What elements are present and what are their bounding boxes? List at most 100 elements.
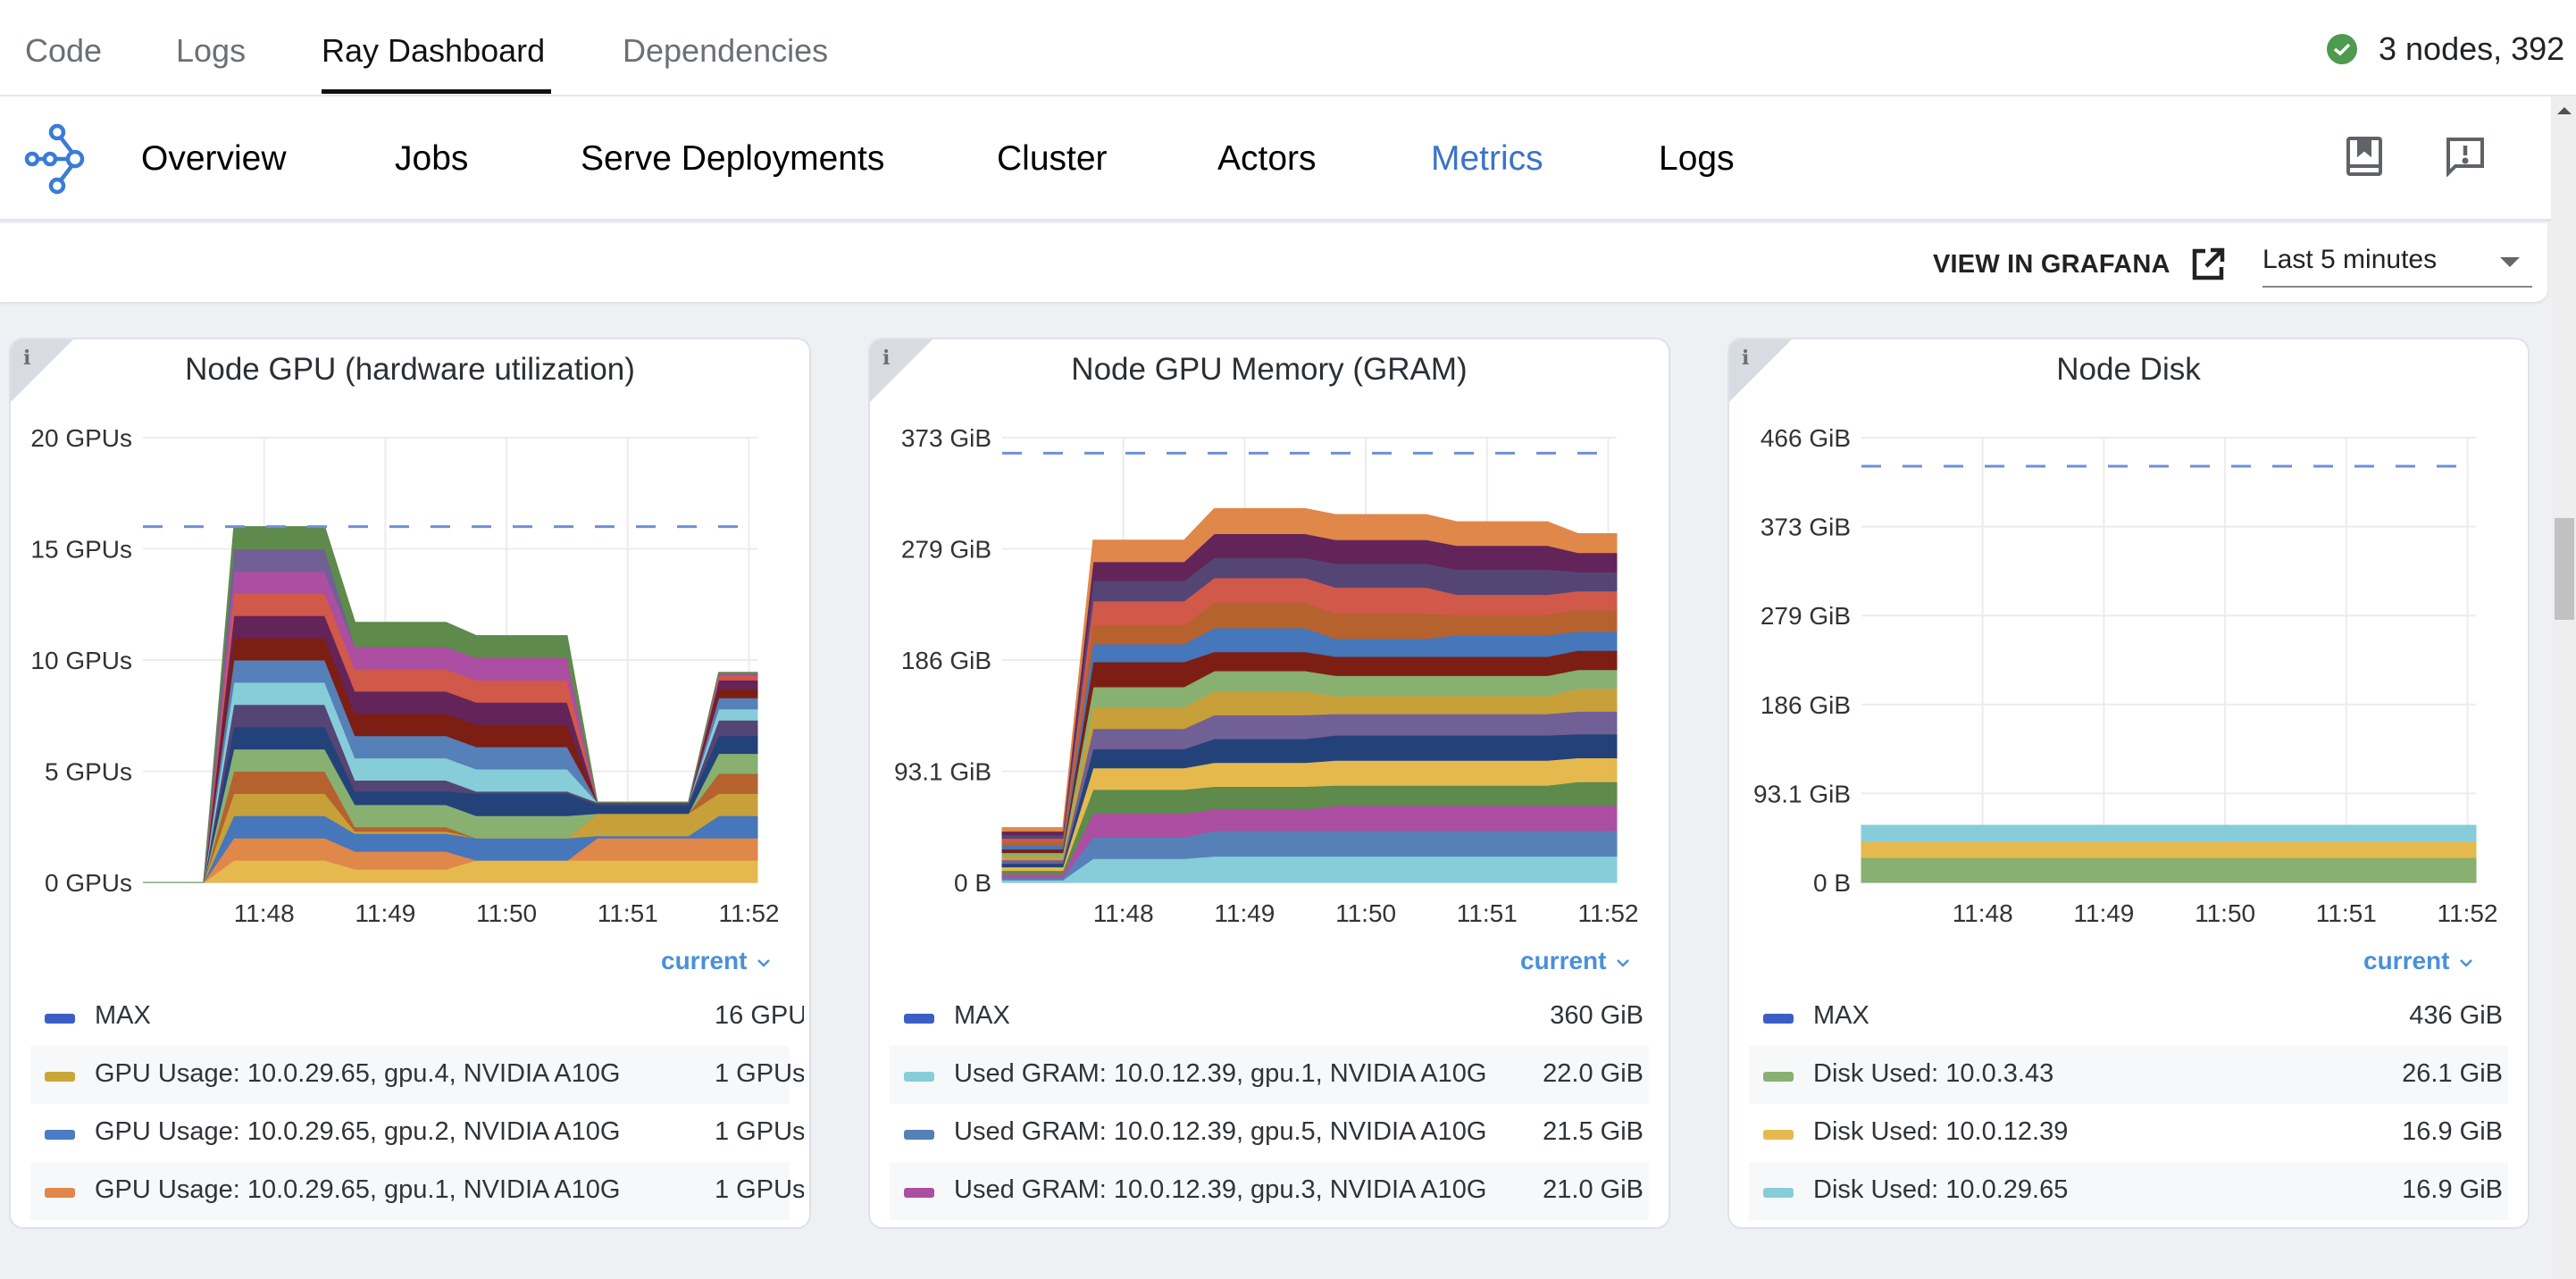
view-in-grafana-label: VIEW IN GRAFANA	[1933, 249, 2170, 279]
legend-series-name: Disk Used: 10.0.29.65	[1813, 1175, 2069, 1204]
legend-color-swatch	[904, 1072, 934, 1082]
legend-color-swatch	[45, 1014, 75, 1024]
y-tick-label: 20 GPUs	[30, 424, 132, 452]
legend-current-value: 360 GiB	[1550, 1001, 1643, 1030]
y-tick-label: 279 GiB	[1761, 602, 1851, 630]
legend-color-swatch	[1763, 1188, 1794, 1198]
legend-mode-label: current	[661, 947, 748, 974]
ray-nav-bar: Overview Jobs Serve Deployments Cluster …	[0, 96, 2551, 222]
time-range-select[interactable]: Last 5 minutes	[2262, 234, 2532, 288]
y-tick-label: 5 GPUs	[45, 758, 132, 786]
legend-current-value: 1 GPUs	[715, 1175, 804, 1204]
legend-series-name: Disk Used: 10.0.12.39	[1813, 1117, 2069, 1146]
legend-color-swatch	[45, 1188, 75, 1198]
legend-series-name: Used GRAM: 10.0.12.39, gpu.5, NVIDIA A10…	[954, 1117, 1487, 1146]
legend-series-name: Used GRAM: 10.0.12.39, gpu.1, NVIDIA A10…	[954, 1059, 1487, 1088]
legend-row-max[interactable]: MAX 360 GiB	[890, 988, 1649, 1046]
legend-current-value: 1 GPUs	[715, 1059, 804, 1088]
chart-card-node-gpu: i Node GPU (hardware utilization) 0 GPUs 5 …	[9, 338, 811, 1229]
legend-current-value: 26.1 GiB	[2402, 1059, 2503, 1088]
nav-logs[interactable]: Logs	[1659, 139, 1735, 179]
x-tick-label: 11:49	[355, 899, 415, 927]
legend-row[interactable]: Disk Used: 10.0.3.43 26.1 GiB	[1749, 1046, 2508, 1104]
y-tick-label: 373 GiB	[1761, 514, 1851, 541]
chart-plot: 0 B 93.1 GiB 186 GiB 279 GiB 373 GiB 466 GiB 1…	[1753, 424, 2498, 927]
chart-plot: 0 GPUs 5 GPUs 10 GPUs 15 GPUs 20 GPUs 11:48 11…	[30, 424, 780, 927]
legend-row[interactable]: Disk Used: 10.0.12.39 16.9 GiB	[1749, 1104, 2508, 1162]
tab-dependencies[interactable]: Dependencies	[623, 32, 828, 70]
x-tick-label: 11:52	[2438, 899, 2498, 927]
legend-mode-toggle[interactable]: current	[661, 947, 774, 975]
chevron-down-icon	[2449, 947, 2476, 974]
legend-current-value: 21.0 GiB	[1543, 1175, 1643, 1204]
area-series-3	[1861, 824, 2477, 842]
check-circle-icon	[2327, 34, 2357, 64]
nav-serve-deployments[interactable]: Serve Deployments	[581, 139, 884, 179]
legend-row-max[interactable]: MAX 16 GPUs	[30, 988, 804, 1046]
legend-series-name: MAX	[954, 1001, 1010, 1030]
legend-series-name: GPU Usage: 10.0.29.65, gpu.1, NVIDIA A10…	[95, 1175, 621, 1204]
x-tick-label: 11:48	[1953, 899, 2013, 927]
chart-card-node-disk: i Node Disk 0 B 93.1 GiB 186 GiB 279 GiB 373 G…	[1727, 338, 2530, 1229]
legend-mode-toggle[interactable]: current	[1520, 947, 1633, 975]
area-series-2	[1861, 840, 2477, 858]
y-tick-label: 0 B	[954, 869, 991, 897]
x-tick-label: 11:50	[2195, 899, 2255, 927]
nav-actors[interactable]: Actors	[1217, 139, 1317, 179]
y-tick-label: 373 GiB	[901, 424, 991, 452]
y-tick-label: 93.1 GiB	[894, 758, 991, 786]
x-tick-label: 11:49	[2073, 899, 2134, 927]
nav-cluster[interactable]: Cluster	[997, 139, 1108, 179]
legend-current-value: 22.0 GiB	[1543, 1059, 1643, 1088]
scroll-up-arrow-icon[interactable]	[2557, 107, 2572, 114]
scroll-thumb[interactable]	[2555, 518, 2574, 620]
nav-metrics[interactable]: Metrics	[1431, 139, 1543, 179]
tab-logs[interactable]: Logs	[176, 32, 246, 70]
y-tick-label: 279 GiB	[901, 536, 991, 564]
tab-code[interactable]: Code	[25, 32, 102, 70]
legend-row[interactable]: Used GRAM: 10.0.12.39, gpu.3, NVIDIA A10…	[890, 1162, 1649, 1220]
legend-current-value: 436 GiB	[2409, 1001, 2503, 1030]
nav-jobs[interactable]: Jobs	[395, 139, 468, 179]
legend-series-name: MAX	[1813, 1001, 1869, 1030]
x-tick-label: 11:51	[598, 899, 658, 927]
legend-series-name: MAX	[95, 1001, 151, 1030]
legend-series-name: GPU Usage: 10.0.29.65, gpu.2, NVIDIA A10…	[95, 1117, 621, 1146]
legend-row[interactable]: GPU Usage: 10.0.29.65, gpu.1, NVIDIA A10…	[30, 1162, 804, 1220]
view-in-grafana-button[interactable]: VIEW IN GRAFANA	[1933, 247, 2226, 282]
legend-color-swatch	[1763, 1014, 1794, 1024]
legend-mode-label: current	[1520, 947, 1607, 974]
legend-row-max[interactable]: MAX 436 GiB	[1749, 988, 2508, 1046]
legend-row[interactable]: GPU Usage: 10.0.29.65, gpu.4, NVIDIA A10…	[30, 1046, 804, 1104]
metrics-toolbar: VIEW IN GRAFANA Last 5 minutes	[0, 223, 2547, 302]
legend-row[interactable]: Disk Used: 10.0.29.65 16.9 GiB	[1749, 1162, 2508, 1220]
y-tick-label: 466 GiB	[1761, 424, 1851, 452]
legend-current-value: 16.9 GiB	[2402, 1117, 2503, 1146]
x-tick-label: 11:52	[1578, 899, 1639, 927]
cluster-status-text: 3 nodes, 392	[2379, 30, 2565, 67]
feedback-icon[interactable]	[2445, 136, 2486, 181]
x-tick-label: 11:51	[2316, 899, 2377, 927]
tab-ray-dashboard[interactable]: Ray Dashboard	[322, 32, 545, 70]
docs-book-icon[interactable]	[2346, 136, 2383, 181]
legend-mode-label: current	[2363, 947, 2450, 974]
legend-color-swatch	[904, 1014, 934, 1024]
legend-color-swatch	[904, 1130, 934, 1140]
ray-logo-icon[interactable]	[23, 123, 91, 199]
external-link-icon	[2192, 247, 2224, 280]
x-tick-label: 11:48	[234, 899, 295, 927]
legend-color-swatch	[1763, 1072, 1794, 1082]
nav-overview[interactable]: Overview	[141, 139, 287, 179]
x-tick-label: 11:51	[1457, 899, 1518, 927]
x-tick-label: 11:52	[719, 899, 780, 927]
legend-series-name: Used GRAM: 10.0.12.39, gpu.3, NVIDIA A10…	[954, 1175, 1487, 1204]
chart-legend: MAX 16 GPUs GPU Usage: 10.0.29.65, gpu.4, …	[30, 988, 804, 1220]
legend-mode-toggle[interactable]: current	[2363, 947, 2476, 975]
legend-row[interactable]: GPU Usage: 10.0.29.65, gpu.2, NVIDIA A10…	[30, 1104, 804, 1162]
active-tab-indicator	[322, 89, 551, 94]
legend-row[interactable]: Used GRAM: 10.0.12.39, gpu.1, NVIDIA A10…	[890, 1046, 1649, 1104]
legend-row[interactable]: Used GRAM: 10.0.12.39, gpu.5, NVIDIA A10…	[890, 1104, 1649, 1162]
page-scrollbar[interactable]	[2551, 96, 2576, 1279]
cluster-status[interactable]: 3 nodes, 392	[2327, 30, 2564, 68]
chart-card-node-gpu-memory: i Node GPU Memory (GRAM) 0 B 93.1 GiB 186 Gi…	[868, 338, 1670, 1229]
